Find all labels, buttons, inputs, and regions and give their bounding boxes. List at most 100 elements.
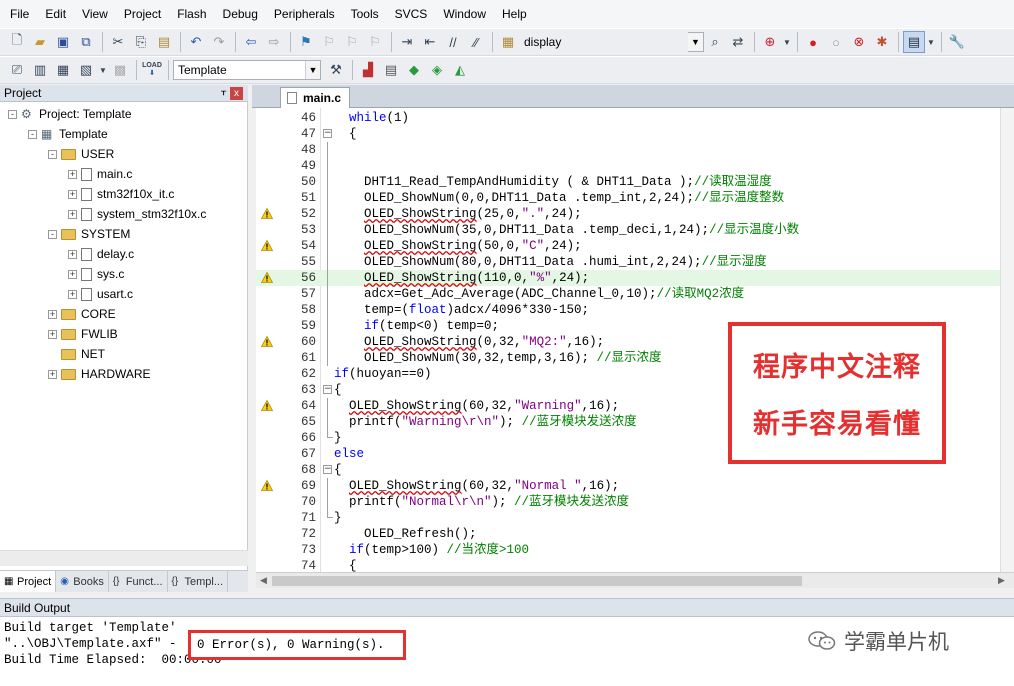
fold-toggle-icon[interactable]: − xyxy=(323,129,332,138)
code-line[interactable]: 48 xyxy=(256,142,1014,158)
save-icon[interactable]: ▣ xyxy=(52,31,74,53)
code-line[interactable]: 57 adcx=Get_Adc_Average(ADC_Channel_0,10… xyxy=(256,286,1014,302)
dropdown-arrow-icon[interactable]: ▼ xyxy=(926,31,936,53)
menu-edit[interactable]: Edit xyxy=(37,0,74,28)
build-icon[interactable]: ▥ xyxy=(29,59,51,81)
code-line[interactable]: 72 OLED_Refresh(); xyxy=(256,526,1014,542)
uncomment-icon[interactable]: ⁄⁄ xyxy=(465,31,487,53)
tree-item[interactable]: - USER xyxy=(48,144,114,164)
expand-icon[interactable]: + xyxy=(68,289,77,299)
expand-icon[interactable]: + xyxy=(48,309,57,319)
bookmark-next-icon[interactable]: ⚐ xyxy=(341,31,363,53)
paste-icon[interactable]: ▤ xyxy=(153,31,175,53)
close-icon[interactable]: x xyxy=(230,87,243,100)
code-line[interactable]: 52 OLED_ShowString(25,0,".",24); xyxy=(256,206,1014,222)
tab-templates[interactable]: {} Templ... xyxy=(168,571,229,592)
bookmark-prev-icon[interactable]: ⚐ xyxy=(318,31,340,53)
bookmark-clear-icon[interactable]: ⚐ xyxy=(364,31,386,53)
tree-item[interactable]: + sys.c xyxy=(68,264,124,284)
breakpoint-icon[interactable]: ● xyxy=(802,31,824,53)
select-packs-icon[interactable]: ◆ xyxy=(403,59,425,81)
code-line[interactable]: 69 OLED_ShowString(60,32,"Normal ",16); xyxy=(256,478,1014,494)
code-line[interactable]: 56 OLED_ShowString(110,0,"%",24); xyxy=(256,270,1014,286)
find-combo[interactable]: display xyxy=(520,32,688,52)
collapse-icon[interactable]: - xyxy=(8,109,17,119)
tree-item[interactable]: + system_stm32f10x.c xyxy=(68,204,206,224)
window-layout-icon[interactable]: ▤ xyxy=(903,31,925,53)
menu-file[interactable]: File xyxy=(2,0,37,28)
nav-back-icon[interactable]: ⇦ xyxy=(240,31,262,53)
save-all-icon[interactable]: ⧉ xyxy=(75,31,97,53)
menu-debug[interactable]: Debug xyxy=(215,0,266,28)
expand-icon[interactable]: + xyxy=(48,369,57,379)
tree-item[interactable]: - ⚙ Project: Template xyxy=(8,104,132,124)
pin-icon[interactable]: ᚁ xyxy=(221,86,226,97)
editor-vertical-scrollbar[interactable] xyxy=(1000,108,1014,572)
debug-start-icon[interactable]: ⊕ xyxy=(759,31,781,53)
fold-toggle-icon[interactable]: − xyxy=(323,465,332,474)
tree-item[interactable]: + delay.c xyxy=(68,244,134,264)
scroll-left-icon[interactable]: ◀ xyxy=(260,575,267,586)
breakpoint-kill-icon[interactable]: ⊗ xyxy=(848,31,870,53)
dropdown-arrow-icon[interactable]: ▼ xyxy=(98,59,108,81)
project-tree-scrollbar[interactable] xyxy=(0,550,248,566)
stop-build-icon[interactable]: ▩ xyxy=(109,59,131,81)
code-line[interactable]: 55 OLED_ShowNum(80,0,DHT11_Data .humi_in… xyxy=(256,254,1014,270)
tree-item[interactable]: - ▦ Template xyxy=(28,124,108,144)
translate-icon[interactable]: ⎚ xyxy=(6,59,28,81)
scroll-thumb[interactable] xyxy=(272,576,802,586)
find-in-files-icon[interactable]: ▦ xyxy=(497,31,519,53)
code-line[interactable]: 70 printf("Normal\r\n"); //蓝牙模块发送浓度 xyxy=(256,494,1014,510)
run-time-env-icon[interactable]: ◭ xyxy=(449,59,471,81)
code-line[interactable]: 47− { xyxy=(256,126,1014,142)
undo-icon[interactable]: ↶ xyxy=(185,31,207,53)
tree-item[interactable]: - SYSTEM xyxy=(48,224,130,244)
unindent-icon[interactable]: ⇤ xyxy=(419,31,441,53)
expand-icon[interactable]: + xyxy=(68,249,77,259)
expand-icon[interactable]: + xyxy=(48,329,57,339)
rebuild-icon[interactable]: ▦ xyxy=(52,59,74,81)
expand-icon[interactable]: + xyxy=(68,209,77,219)
scroll-right-icon[interactable]: ▶ xyxy=(998,575,1005,586)
tree-item[interactable]: NET xyxy=(48,344,105,364)
tab-main-c[interactable]: main.c xyxy=(280,87,350,108)
tree-item[interactable]: + CORE xyxy=(48,304,116,324)
manage-items-icon[interactable]: ▤ xyxy=(380,59,402,81)
target-combo[interactable]: Template ▼ xyxy=(173,60,321,80)
find-combo-dropdown[interactable]: ▼ xyxy=(688,32,704,52)
expand-icon[interactable]: + xyxy=(68,169,77,179)
code-line[interactable]: 50 DHT11_Read_TempAndHumidity ( & DHT11_… xyxy=(256,174,1014,190)
breakpoint-clear-icon[interactable]: ✱ xyxy=(871,31,893,53)
copy-icon[interactable]: ⎘ xyxy=(130,31,152,53)
nav-forward-icon[interactable]: ⇨ xyxy=(263,31,285,53)
comment-icon[interactable]: // xyxy=(442,31,464,53)
tab-books[interactable]: ◉ Books xyxy=(56,571,109,592)
code-line[interactable]: 49 xyxy=(256,158,1014,174)
indent-icon[interactable]: ⇥ xyxy=(396,31,418,53)
batch-build-icon[interactable]: ▧ xyxy=(75,59,97,81)
expand-icon[interactable]: + xyxy=(68,189,77,199)
collapse-icon[interactable]: - xyxy=(28,129,37,139)
menu-project[interactable]: Project xyxy=(116,0,169,28)
menu-window[interactable]: Window xyxy=(435,0,494,28)
code-line[interactable]: 71} xyxy=(256,510,1014,526)
target-options-icon[interactable]: ⚒ xyxy=(325,59,347,81)
tree-item[interactable]: + stm32f10x_it.c xyxy=(68,184,174,204)
find-icon[interactable]: ⌕ xyxy=(704,31,726,53)
menu-flash[interactable]: Flash xyxy=(169,0,214,28)
breakpoint-disable-icon[interactable]: ○ xyxy=(825,31,847,53)
collapse-icon[interactable]: - xyxy=(48,229,57,239)
code-line[interactable]: 73 if(temp>100) //当浓度>100 xyxy=(256,542,1014,558)
menu-tools[interactable]: Tools xyxy=(343,0,387,28)
tree-item[interactable]: + HARDWARE xyxy=(48,364,151,384)
cut-icon[interactable]: ✂ xyxy=(107,31,129,53)
code-line[interactable]: 58 temp=(float)adcx/4096*330-150; xyxy=(256,302,1014,318)
code-line[interactable]: 53 OLED_ShowNum(35,0,DHT11_Data .temp_de… xyxy=(256,222,1014,238)
code-line[interactable]: 54 OLED_ShowString(50,0,"C",24); xyxy=(256,238,1014,254)
menu-view[interactable]: View xyxy=(74,0,116,28)
dropdown-arrow-icon[interactable]: ▼ xyxy=(782,31,792,53)
code-line[interactable]: 74 { xyxy=(256,558,1014,572)
open-folder-icon[interactable]: ▰ xyxy=(29,31,51,53)
menu-peripherals[interactable]: Peripherals xyxy=(266,0,343,28)
tab-project[interactable]: ▦ Project xyxy=(0,571,57,592)
